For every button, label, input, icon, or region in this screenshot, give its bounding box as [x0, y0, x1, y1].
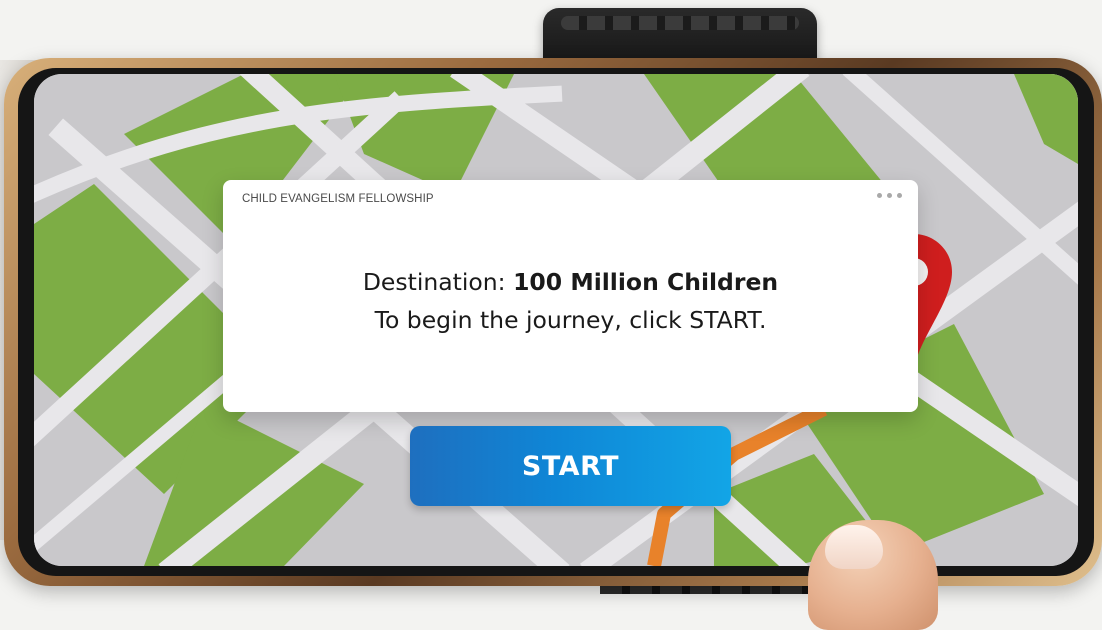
more-dots-icon[interactable] — [877, 193, 902, 198]
message-card: CHILD EVANGELISM FELLOWSHIP Destination:… — [223, 180, 918, 412]
start-button[interactable]: START — [410, 426, 731, 506]
fingernail — [825, 525, 883, 569]
org-name: CHILD EVANGELISM FELLOWSHIP — [242, 193, 434, 205]
destination-line: Destination: 100 Million Children — [223, 268, 918, 296]
destination-value: 100 Million Children — [513, 268, 779, 296]
instruction-text: To begin the journey, click START. — [374, 306, 767, 334]
destination-prefix: Destination: — [362, 268, 514, 296]
